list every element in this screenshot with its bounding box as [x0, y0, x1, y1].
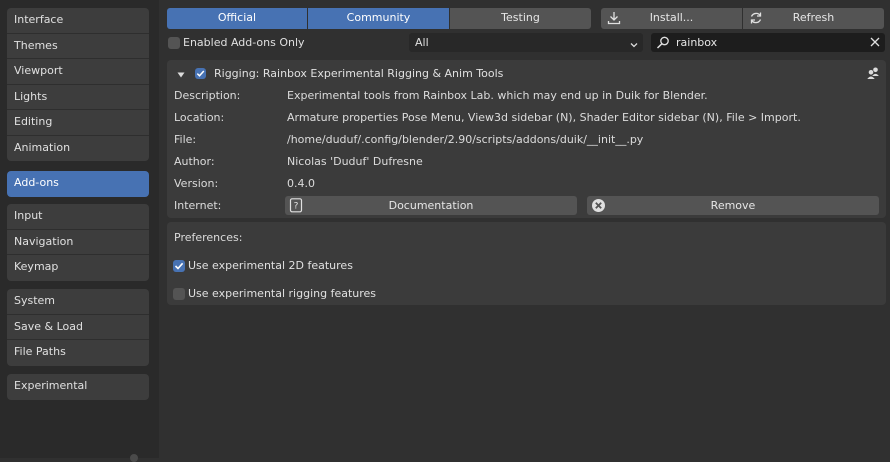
tab-testing[interactable]: Testing: [450, 8, 591, 29]
description-value: Experimental tools from Rainbox Lab. whi…: [287, 89, 708, 102]
sidebar-item-save-load[interactable]: Save & Load: [7, 315, 149, 340]
sidebar-item-file-paths[interactable]: File Paths: [7, 340, 149, 366]
expand-triangle-icon[interactable]: [177, 69, 185, 82]
install-label: Install...: [649, 11, 694, 24]
search-icon: [656, 36, 670, 52]
documentation-button[interactable]: ? Documentation: [285, 196, 577, 215]
tab-community[interactable]: Community: [308, 8, 449, 29]
install-button[interactable]: Install...: [601, 8, 742, 29]
version-label: Version:: [174, 177, 219, 190]
file-value: /home/duduf/.config/blender/2.90/scripts…: [287, 133, 644, 146]
sidebar-item-keymap[interactable]: Keymap: [7, 255, 149, 281]
search-input[interactable]: rainbox: [651, 33, 885, 52]
svg-text:?: ?: [294, 202, 299, 212]
sidebar-item-lights[interactable]: Lights: [7, 85, 149, 110]
location-label: Location:: [174, 111, 225, 124]
experimental-2d-checkbox[interactable]: [173, 260, 185, 272]
documentation-label: Documentation: [388, 199, 474, 212]
remove-label: Remove: [710, 199, 756, 212]
tab-official[interactable]: Official: [167, 8, 307, 29]
chevron-down-icon: [629, 37, 639, 48]
version-value: 0.4.0: [287, 177, 315, 190]
sidebar-item-viewport[interactable]: Viewport: [7, 59, 149, 85]
sidebar-group-addons: Add-ons: [7, 171, 149, 197]
category-value: All: [415, 36, 429, 49]
clear-search-icon[interactable]: [870, 37, 880, 50]
experimental-2d-label: Use experimental 2D features: [188, 259, 353, 272]
sidebar-group-general: Interface Themes Viewport Lights Editing…: [7, 8, 149, 161]
refresh-button[interactable]: Refresh: [743, 8, 884, 29]
sidebar-item-themes[interactable]: Themes: [7, 34, 149, 59]
preferences-panel: Preferences: Use experimental 2D feature…: [167, 222, 886, 305]
remove-button[interactable]: Remove: [587, 196, 879, 215]
enabled-only-checkbox[interactable]: [168, 37, 180, 49]
addon-enabled-checkbox[interactable]: [195, 68, 206, 79]
download-icon: [607, 11, 621, 25]
refresh-label: Refresh: [792, 11, 835, 24]
experimental-rigging-label: Use experimental rigging features: [188, 287, 377, 300]
resize-handle[interactable]: [130, 454, 138, 462]
sidebar-item-editing[interactable]: Editing: [7, 110, 149, 136]
addon-title: Rigging: Rainbox Experimental Rigging & …: [214, 67, 504, 80]
main-area: Official Community Testing Install... Re…: [159, 0, 890, 458]
help-icon: ?: [289, 198, 303, 219]
author-value: Nicolas 'Duduf' Dufresne: [287, 155, 423, 168]
users-icon: [866, 66, 880, 83]
category-dropdown[interactable]: All: [409, 33, 643, 52]
sidebar-item-animation[interactable]: Animation: [7, 136, 149, 162]
internet-label: Internet:: [174, 199, 222, 212]
search-value: rainbox: [676, 36, 718, 49]
enabled-only-label: Enabled Add-ons Only: [183, 36, 305, 49]
sidebar-item-navigation[interactable]: Navigation: [7, 230, 149, 255]
author-label: Author:: [174, 155, 215, 168]
remove-icon: [591, 198, 606, 219]
preferences-label: Preferences:: [174, 231, 243, 244]
sidebar-item-interface[interactable]: Interface: [7, 8, 149, 34]
description-label: Description:: [174, 89, 241, 102]
experimental-rigging-checkbox[interactable]: [173, 288, 185, 300]
sidebar-item-addons[interactable]: Add-ons: [7, 171, 149, 197]
file-label: File:: [174, 133, 197, 146]
sidebar-group-system: System Save & Load File Paths: [7, 289, 149, 366]
addon-panel: Rigging: Rainbox Experimental Rigging & …: [167, 60, 886, 218]
sidebar: Interface Themes Viewport Lights Editing…: [0, 0, 159, 462]
refresh-icon: [749, 11, 763, 25]
location-value: Armature properties Pose Menu, View3d si…: [287, 111, 801, 124]
sidebar-item-input[interactable]: Input: [7, 204, 149, 230]
sidebar-group-experimental: Experimental: [7, 374, 149, 400]
sidebar-group-input: Input Navigation Keymap: [7, 204, 149, 281]
sidebar-item-system[interactable]: System: [7, 289, 149, 315]
sidebar-item-experimental[interactable]: Experimental: [7, 374, 149, 400]
